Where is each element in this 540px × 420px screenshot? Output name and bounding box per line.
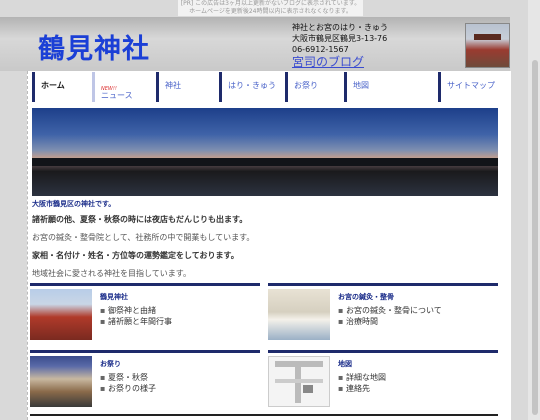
site-logo[interactable]: 鶴見神社 [38,27,150,66]
tagline: 神社とお宮のはり・きゅう [292,23,388,32]
intro-line-3: 家相・名付け・姓名・方位等の運勢鑑定をしております。 [32,251,239,260]
card-map: 地図 詳細な地図 連絡先 [268,350,498,417]
site-header: 鶴見神社 神社とお宮のはり・きゅう 大阪市鶴見区鶴見3-13-76 06-691… [0,17,510,71]
map-image [268,356,330,407]
main-nav: ホーム NEW!! ニュース 神社 はり・きゅう お祭り 地図 サイトマップ [32,72,500,102]
nav-home[interactable]: ホーム [32,72,92,102]
map-sketch-icon [275,361,323,403]
nav-news[interactable]: NEW!! ニュース [92,72,156,102]
intro-line-4: 地域社会に愛される神社を目指しています。 [32,269,191,278]
card-link[interactable]: お祭りの様子 [100,383,156,394]
shrine-image [30,289,92,340]
card-links: お宮の鍼灸・整骨について 治療時間 [338,305,442,327]
contact-info: 神社とお宮のはり・きゅう 大阪市鶴見区鶴見3-13-76 06-6912-156… [292,22,388,55]
card-title[interactable]: 鶴見神社 [100,292,128,302]
nav-acupuncture[interactable]: はり・きゅう [219,72,285,102]
card-title[interactable]: お祭り [100,359,121,369]
intro-line-1: 諸祈願の他、夏祭・秋祭の時には夜店もだんじりも出ます。 [32,215,248,224]
card-link[interactable]: 連絡先 [338,383,386,394]
intro-line-2: お宮の鍼灸・整骨院として、社務所の中で開業もしています。 [32,233,255,242]
blog-link[interactable]: 宮司のブログ [292,53,364,70]
intro-section: 大阪市鶴見区の神社です。 諸祈願の他、夏祭・秋祭の時には夜店もだんじりも出ます。… [32,199,498,286]
intro-title: 大阪市鶴見区の神社です。 [32,200,116,208]
shrine-thumbnail-image [465,23,510,68]
nav-sitemap[interactable]: サイトマップ [438,72,500,102]
nav-festival[interactable]: お祭り [285,72,344,102]
sunset-banner-image [32,108,498,196]
nav-news-label: ニュース [101,91,133,100]
card-links: 御祭神と由緒 諸祈願と年間行事 [100,305,172,327]
nav-map[interactable]: 地図 [344,72,438,102]
footer-divider [30,414,498,416]
scrollbar-thumb[interactable] [532,60,538,415]
card-festival: お祭り 夏祭・秋祭 お祭りの様子 [30,350,260,417]
card-title[interactable]: お宮の鍼灸・整骨 [338,292,394,302]
festival-image [30,356,92,407]
nav-shrine[interactable]: 神社 [156,72,219,102]
card-link[interactable]: 諸祈願と年間行事 [100,316,172,327]
card-link[interactable]: 詳細な地図 [338,372,386,383]
card-shrine: 鶴見神社 御祭神と由緒 諸祈願と年間行事 [30,283,260,350]
card-link[interactable]: 御祭神と由緒 [100,305,172,316]
card-link[interactable]: お宮の鍼灸・整骨について [338,305,442,316]
card-title[interactable]: 地図 [338,359,352,369]
card-acupuncture: お宮の鍼灸・整骨 お宮の鍼灸・整骨について 治療時間 [268,283,498,350]
card-link[interactable]: 夏祭・秋祭 [100,372,156,383]
clinic-image [268,289,330,340]
address: 大阪市鶴見区鶴見3-13-76 [292,34,388,43]
card-link[interactable]: 治療時間 [338,316,442,327]
card-links: 夏祭・秋祭 お祭りの様子 [100,372,156,394]
card-links: 詳細な地図 連絡先 [338,372,386,394]
ad-notice: [PR] この広告は3ヶ月以上更新がないブログに表示されています。ホームページを… [178,0,363,16]
